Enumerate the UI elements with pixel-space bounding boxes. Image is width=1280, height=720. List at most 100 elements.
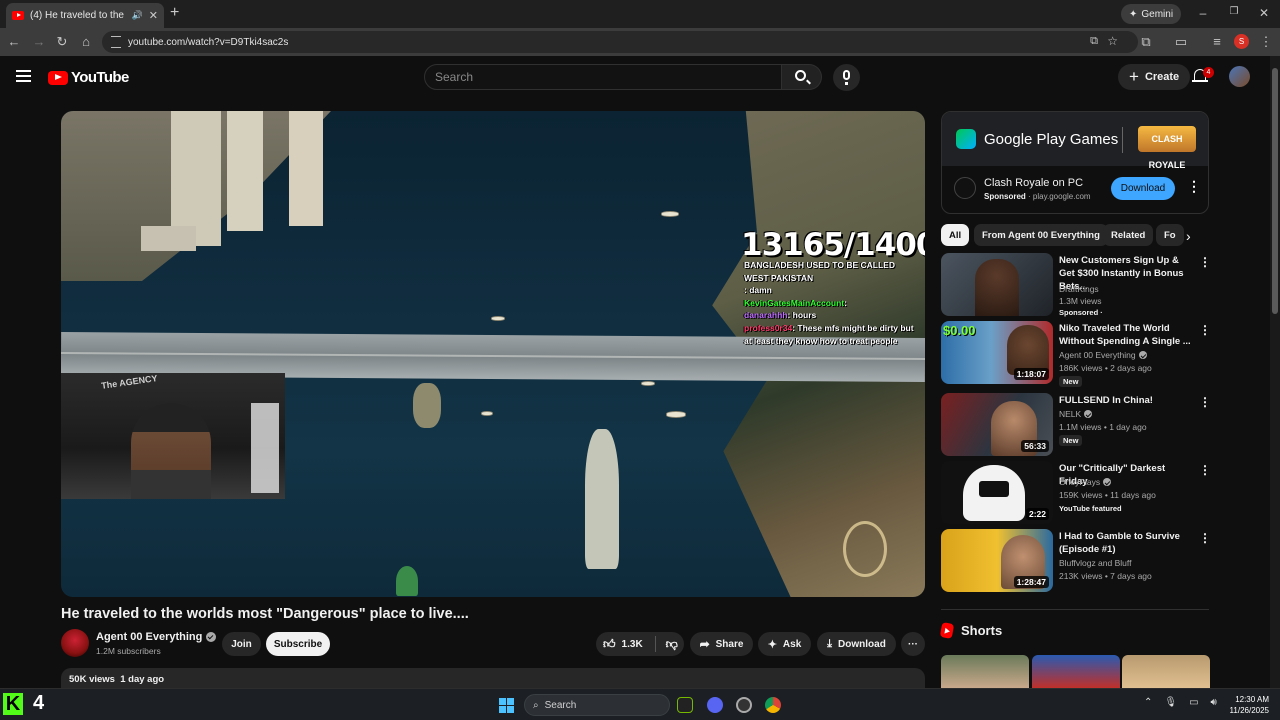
chip-from-channel[interactable]: From Agent 00 Everything bbox=[974, 224, 1108, 246]
ad-menu-icon[interactable]: ⋮ bbox=[1187, 178, 1201, 195]
ship bbox=[585, 429, 619, 569]
browser-tab[interactable]: (4) He traveled to the worlds 🔊 ✕ bbox=[6, 3, 164, 28]
chip-related[interactable]: Related bbox=[1103, 224, 1154, 246]
network-icon[interactable]: ▭ bbox=[1189, 697, 1198, 708]
media-control-icon[interactable]: ≡ bbox=[1209, 34, 1225, 50]
home-icon[interactable]: ⌂ bbox=[78, 34, 94, 50]
ad-banner-text: Google Play Games bbox=[984, 131, 1119, 148]
nvidia-icon[interactable] bbox=[677, 697, 693, 713]
recommendation-menu-icon[interactable]: ⋮ bbox=[1199, 395, 1211, 409]
bookmark-star-icon[interactable]: ☆ bbox=[1107, 34, 1118, 48]
small-boat bbox=[491, 316, 505, 321]
window-close-icon[interactable]: ✕ bbox=[1256, 6, 1272, 20]
chip-more[interactable]: Fo bbox=[1156, 224, 1184, 246]
join-button[interactable]: Join bbox=[222, 632, 261, 656]
taskbar-search[interactable]: ⌕ Search bbox=[524, 694, 670, 716]
youtube-header: YouTube Search + Create 4 bbox=[0, 56, 1270, 98]
video-player[interactable]: The AGENCY 13165/14000 BANGLADESH USED T… bbox=[61, 111, 925, 597]
recommendation-title[interactable]: Niko Traveled The World Without Spending… bbox=[1059, 322, 1191, 348]
recommendation-item[interactable]: 1:28:47 I Had to Gamble to Survive (Epis… bbox=[941, 529, 1211, 593]
speaker-icon[interactable]: 🔊 bbox=[132, 10, 143, 21]
sponsored-badge: Sponsored · bbox=[1059, 308, 1103, 317]
subscribe-button[interactable]: Subscribe bbox=[266, 632, 330, 656]
video-thumbnail[interactable]: 56:33 bbox=[941, 393, 1053, 456]
clock-time: 12:30 AM bbox=[1235, 695, 1269, 704]
advertiser-logo-icon bbox=[954, 177, 976, 199]
chip-all[interactable]: All bbox=[941, 224, 970, 246]
volume-icon[interactable]: 🔊︎ bbox=[1211, 697, 1217, 708]
dislike-button[interactable]: 👎︎ bbox=[666, 637, 678, 652]
recommendation-menu-icon[interactable]: ⋮ bbox=[1199, 463, 1211, 477]
reload-icon[interactable]: ↻ bbox=[54, 34, 70, 50]
search-button[interactable] bbox=[782, 64, 822, 90]
more-horizontal-icon: ··· bbox=[908, 638, 918, 650]
chevron-up-icon[interactable]: ⌃ bbox=[1144, 697, 1152, 708]
recommendation-item[interactable]: 2:22 Our "Critically" Darkest Friday One… bbox=[941, 461, 1211, 525]
new-tab-button[interactable]: + bbox=[170, 5, 186, 22]
video-thumbnail[interactable] bbox=[941, 253, 1053, 316]
download-button[interactable]: ⤓ Download bbox=[817, 632, 896, 656]
recommendation-title[interactable]: FULLSEND In China! bbox=[1059, 394, 1191, 407]
site-info-icon[interactable] bbox=[111, 36, 121, 48]
like-button[interactable]: 👍︎ 1.3K bbox=[603, 637, 643, 652]
extensions-icon[interactable]: ⧉ bbox=[1138, 34, 1154, 50]
account-avatar[interactable] bbox=[1229, 66, 1250, 87]
recommendation-title[interactable]: I Had to Gamble to Survive (Episode #1) bbox=[1059, 530, 1191, 556]
chrome-icon[interactable] bbox=[765, 697, 781, 713]
windows-start-icon[interactable] bbox=[499, 698, 514, 713]
address-bar[interactable]: youtube.com/watch?v=D9Tki4sac2s ⧉ ☆ bbox=[102, 31, 1138, 53]
channel-name[interactable]: Agent 00 Everything bbox=[96, 631, 217, 643]
recommendation-channel: Agent 00 Everything bbox=[1059, 350, 1147, 360]
recommendation-channel: OneyPlays bbox=[1059, 477, 1112, 487]
recommendation-item[interactable]: $0.00 1:18:07 Niko Traveled The World Wi… bbox=[941, 321, 1211, 387]
gemini-button[interactable]: ✦ Gemini bbox=[1121, 4, 1182, 24]
chevron-right-icon[interactable]: › bbox=[1186, 228, 1191, 244]
recommendation-menu-icon[interactable]: ⋮ bbox=[1199, 255, 1211, 269]
create-button[interactable]: + Create bbox=[1118, 64, 1191, 90]
video-thumbnail[interactable]: $0.00 1:18:07 bbox=[941, 321, 1053, 384]
close-tab-icon[interactable]: ✕ bbox=[149, 9, 158, 22]
hamburger-menu-icon[interactable] bbox=[16, 70, 31, 82]
short-thumbnail[interactable] bbox=[941, 655, 1029, 688]
like-dislike-group: 👍︎ 1.3K 👎︎ bbox=[596, 632, 684, 656]
microphone-icon[interactable]: 🎙︎ bbox=[1164, 697, 1177, 708]
clock-date: 11/26/2025 bbox=[1229, 706, 1269, 715]
youtube-logo[interactable]: YouTube bbox=[48, 69, 129, 86]
steam-icon[interactable] bbox=[736, 697, 752, 713]
more-actions-button[interactable]: ··· bbox=[901, 632, 925, 656]
recommendation-menu-icon[interactable]: ⋮ bbox=[1199, 531, 1211, 545]
verified-icon bbox=[1103, 478, 1112, 486]
short-thumbnail[interactable] bbox=[1122, 655, 1210, 688]
ad-banner[interactable]: Google Play Games CLASH ROYALE bbox=[942, 112, 1208, 170]
recommendation-menu-icon[interactable]: ⋮ bbox=[1199, 323, 1211, 337]
share-button[interactable]: ➦ Share bbox=[690, 632, 753, 656]
sponsored-ad[interactable]: Google Play Games CLASH ROYALE Clash Roy… bbox=[941, 111, 1209, 214]
browser-tab-strip: (4) He traveled to the worlds 🔊 ✕ + ✦ Ge… bbox=[0, 0, 1280, 28]
restore-icon[interactable]: ❐ bbox=[1226, 6, 1242, 17]
recommendation-item[interactable]: New Customers Sign Up & Get $300 Instant… bbox=[941, 253, 1211, 317]
discord-icon[interactable] bbox=[707, 697, 723, 713]
short-thumbnail[interactable] bbox=[1032, 655, 1120, 688]
taskbar-clock[interactable]: 12:30 AM 11/26/2025 bbox=[1225, 694, 1269, 716]
browser-menu-icon[interactable]: ⋮ bbox=[1258, 34, 1274, 50]
video-thumbnail[interactable]: 2:22 bbox=[941, 461, 1053, 524]
forward-icon[interactable]: → bbox=[31, 34, 47, 50]
scrollbar-thumb[interactable] bbox=[1272, 68, 1278, 314]
recommendation-item[interactable]: 56:33 FULLSEND In China! NELK 1.1M views… bbox=[941, 393, 1211, 457]
search-input[interactable]: Search bbox=[424, 64, 782, 90]
video-thumbnail[interactable]: 1:28:47 bbox=[941, 529, 1053, 592]
split-view-icon[interactable]: ▭ bbox=[1173, 34, 1189, 50]
thumbs-down-icon: 👎︎ bbox=[665, 636, 678, 651]
voice-search-button[interactable] bbox=[833, 64, 860, 91]
ask-button[interactable]: ✦ Ask bbox=[758, 632, 811, 656]
kick-widget[interactable]: K 4 bbox=[3, 692, 44, 715]
channel-avatar[interactable] bbox=[61, 629, 89, 657]
back-icon[interactable]: ← bbox=[6, 34, 22, 50]
ad-download-button[interactable]: Download bbox=[1111, 177, 1175, 200]
page-scrollbar[interactable] bbox=[1270, 56, 1280, 688]
minimize-icon[interactable]: – bbox=[1195, 6, 1211, 20]
profile-avatar[interactable]: S bbox=[1234, 34, 1249, 49]
install-icon[interactable]: ⧉ bbox=[1090, 35, 1098, 48]
small-boat bbox=[666, 411, 686, 418]
google-play-games-icon bbox=[956, 129, 976, 149]
